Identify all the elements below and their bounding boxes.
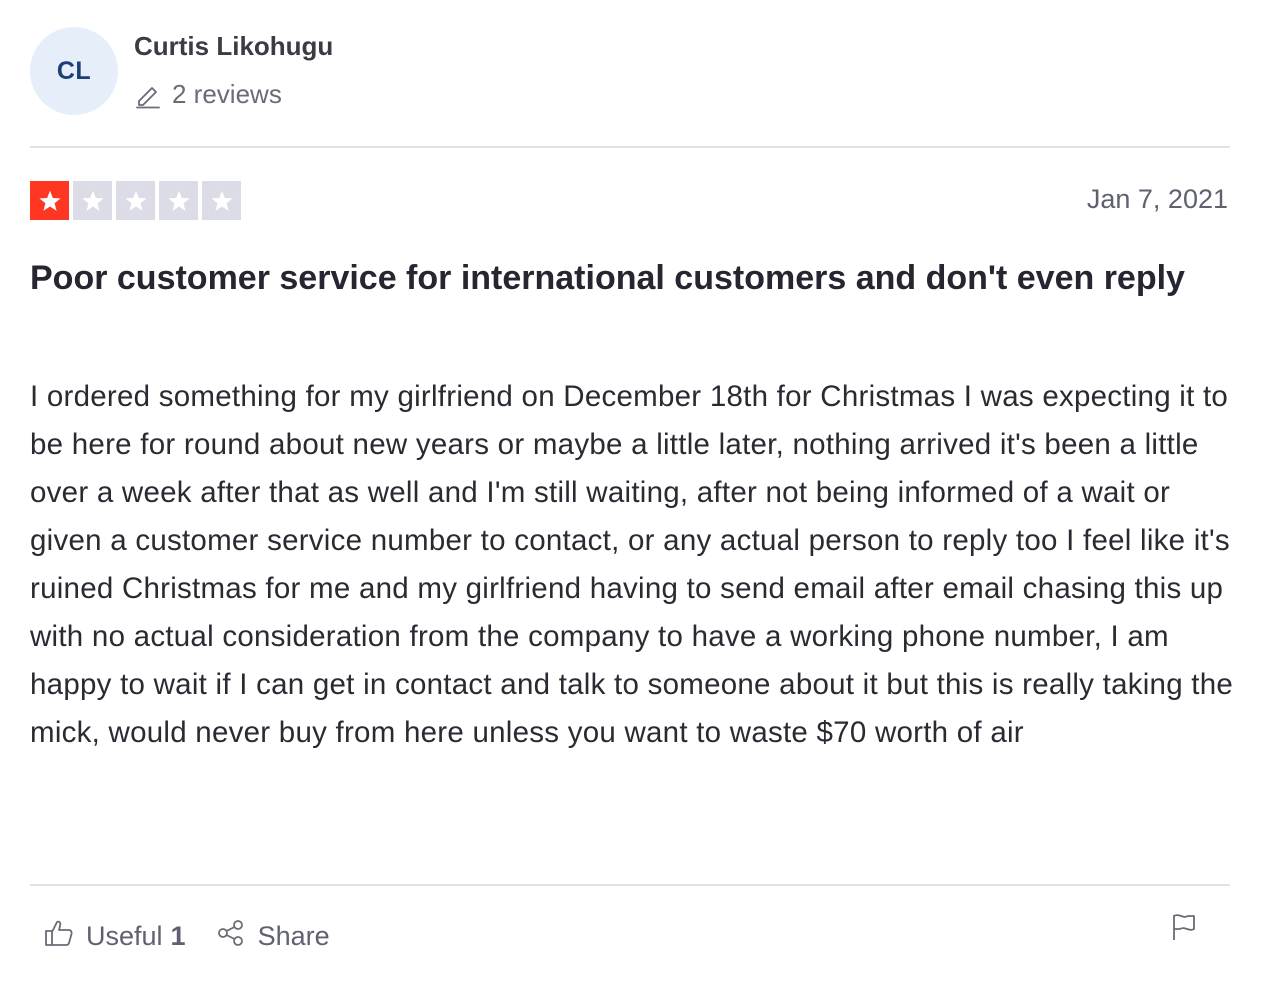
share-icon: [216, 918, 246, 955]
review-actions: Useful 1 Share: [44, 918, 330, 955]
reviews-count-label: 2 reviews: [172, 79, 282, 109]
avatar-initials: CL: [56, 56, 92, 85]
pencil-icon: [134, 81, 162, 109]
useful-count: 1: [170, 921, 186, 951]
review-title[interactable]: Poor customer service for international …: [30, 252, 1230, 305]
star-empty-icon: [202, 181, 241, 220]
useful-button[interactable]: Useful 1: [44, 918, 186, 955]
star-filled-icon: [30, 181, 69, 220]
useful-label: Useful: [86, 921, 163, 951]
review-date: Jan 7, 2021: [1086, 184, 1228, 214]
reviews-count: 2 reviews: [134, 79, 282, 110]
flag-icon[interactable]: [1170, 912, 1198, 942]
consumer-name-link[interactable]: Curtis Likohugu: [134, 31, 333, 62]
consumer-info: CL Curtis Likohugu 2 reviews: [30, 27, 630, 117]
star-empty-icon: [159, 181, 198, 220]
star-rating: [30, 181, 241, 220]
avatar[interactable]: CL: [30, 27, 118, 115]
star-empty-icon: [116, 181, 155, 220]
share-label: Share: [257, 921, 330, 951]
star-empty-icon: [73, 181, 112, 220]
divider: [30, 884, 1230, 886]
thumbs-up-icon: [44, 918, 74, 955]
review-text: I ordered something for my girlfriend on…: [30, 380, 1234, 749]
review-card: CL Curtis Likohugu 2 reviews Jan 7, 2021…: [30, 0, 1233, 982]
share-button[interactable]: Share: [216, 918, 330, 955]
divider: [30, 146, 1230, 148]
